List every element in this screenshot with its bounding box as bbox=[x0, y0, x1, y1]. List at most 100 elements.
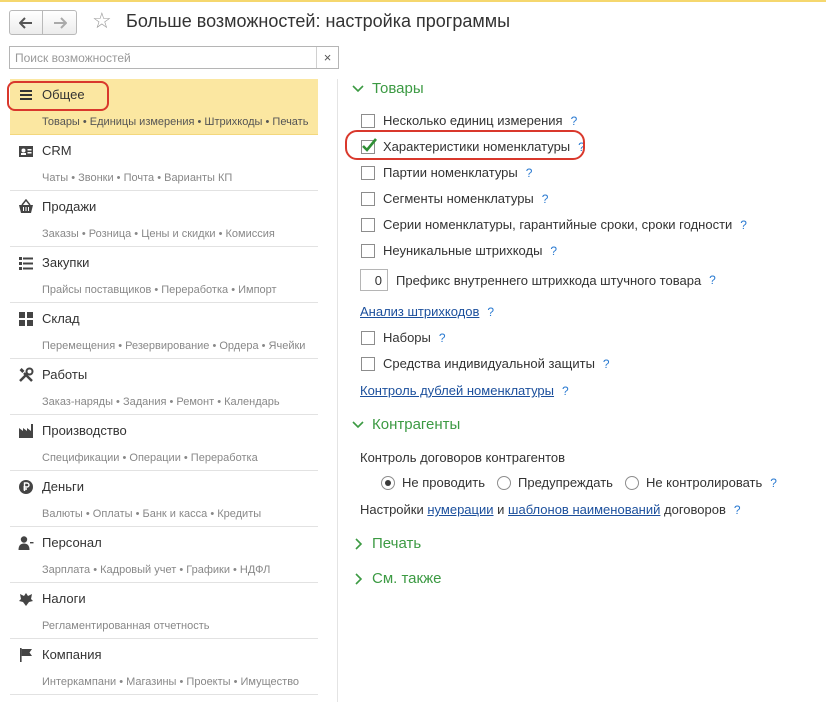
sidebar-item-general[interactable]: Общее Товары • Единицы измерения • Штрих… bbox=[7, 79, 318, 135]
sidebar-item-title: Склад bbox=[42, 311, 80, 326]
sections-sidebar: Общее Товары • Единицы измерения • Штрих… bbox=[7, 79, 318, 695]
chevron-down-icon bbox=[352, 84, 364, 92]
series-checkbox[interactable] bbox=[361, 217, 375, 232]
ruble-icon bbox=[18, 479, 34, 495]
sidebar-item-title: Компания bbox=[42, 647, 102, 662]
group-see-also-header[interactable]: См. также bbox=[351, 570, 441, 587]
option-label: Сегменты номенклатуры bbox=[383, 191, 534, 206]
option-label: Партии номенклатуры bbox=[383, 165, 518, 180]
arrow-right-icon bbox=[53, 16, 67, 29]
option-row: Партии номенклатуры ? bbox=[361, 165, 532, 180]
group-title: Товары bbox=[372, 80, 424, 97]
sidebar-item-title: Налоги bbox=[42, 591, 86, 606]
radio-no-post[interactable] bbox=[381, 475, 395, 490]
sidebar-item-subtitle: Заказы • Розница • Цены и скидки • Комис… bbox=[42, 228, 275, 240]
sidebar-item-crm[interactable]: CRM Чаты • Звонки • Почта • Варианты КП bbox=[10, 135, 318, 191]
option-row: Неуникальные штрихкоды ? bbox=[361, 243, 557, 258]
search-input[interactable] bbox=[10, 47, 316, 68]
radio-label[interactable]: Предупреждать bbox=[518, 475, 613, 490]
option-row: Характеристики номенклатуры ? bbox=[361, 137, 585, 154]
batches-checkbox[interactable] bbox=[361, 165, 375, 180]
sidebar-item-warehouse[interactable]: Склад Перемещения • Резервирование • Орд… bbox=[10, 303, 318, 359]
numbering-link[interactable]: нумерации bbox=[427, 502, 493, 517]
contracts-control-label: Контроль договоров контрагентов bbox=[360, 450, 566, 465]
sidebar-item-subtitle: Чаты • Звонки • Почта • Варианты КП bbox=[42, 172, 233, 184]
multi-units-checkbox[interactable] bbox=[361, 113, 375, 128]
group-title: Контрагенты bbox=[372, 416, 461, 433]
radio-group: Не проводить Предупреждать Не контролиро… bbox=[381, 475, 777, 490]
group-goods-header[interactable]: Товары bbox=[351, 80, 424, 97]
option-label: Средства индивидуальной защиты bbox=[383, 356, 595, 371]
group-title: Печать bbox=[372, 535, 422, 552]
help-icon[interactable]: ? bbox=[550, 244, 557, 258]
help-icon[interactable]: ? bbox=[709, 273, 716, 287]
help-icon[interactable]: ? bbox=[740, 218, 747, 232]
sidebar-item-subtitle: Заказ-наряды • Задания • Ремонт • Календ… bbox=[42, 396, 280, 408]
navigation-buttons bbox=[9, 10, 77, 35]
sidebar-item-sales[interactable]: Продажи Заказы • Розница • Цены и скидки… bbox=[10, 191, 318, 247]
top-accent-line bbox=[0, 0, 826, 2]
duplicates-control-link[interactable]: Контроль дублей номенклатуры bbox=[360, 383, 554, 398]
help-icon[interactable]: ? bbox=[770, 476, 777, 490]
kits-checkbox[interactable] bbox=[361, 330, 375, 345]
help-icon[interactable]: ? bbox=[734, 503, 741, 517]
sidebar-item-subtitle: Товары • Единицы измерения • Штрихкоды •… bbox=[42, 116, 309, 128]
name-templates-link[interactable]: шаблонов наименований bbox=[508, 502, 660, 517]
person-icon bbox=[18, 535, 34, 551]
chevron-right-icon bbox=[355, 537, 363, 550]
list-icon bbox=[18, 87, 34, 103]
help-icon[interactable]: ? bbox=[571, 114, 578, 128]
panel-divider bbox=[337, 79, 338, 702]
option-row: Средства индивидуальной защиты ? bbox=[361, 356, 610, 371]
help-icon[interactable]: ? bbox=[487, 305, 494, 319]
search-box: × bbox=[9, 46, 339, 69]
chevron-down-icon bbox=[352, 420, 364, 428]
radio-warn[interactable] bbox=[497, 475, 512, 490]
option-label: Наборы bbox=[383, 330, 431, 345]
help-icon[interactable]: ? bbox=[439, 331, 446, 345]
option-row: Сегменты номенклатуры ? bbox=[361, 191, 548, 206]
and-text: и bbox=[497, 502, 505, 517]
radio-label[interactable]: Не контролировать bbox=[646, 475, 762, 490]
sidebar-item-money[interactable]: Деньги Валюты • Оплаты • Банк и касса • … bbox=[10, 471, 318, 527]
prefix-number-field[interactable]: 0 bbox=[360, 269, 388, 291]
sidebar-item-personnel[interactable]: Персонал Зарплата • Кадровый учет • Граф… bbox=[10, 527, 318, 583]
back-button[interactable] bbox=[9, 10, 43, 35]
emblem-icon bbox=[18, 591, 34, 607]
settings-prefix: Настройки bbox=[360, 502, 424, 517]
radio-label[interactable]: Не проводить bbox=[402, 475, 485, 490]
sidebar-item-subtitle: Валюты • Оплаты • Банк и касса • Кредиты bbox=[42, 508, 262, 520]
group-print-header[interactable]: Печать bbox=[351, 535, 421, 552]
arrow-left-icon bbox=[19, 16, 32, 29]
help-icon[interactable]: ? bbox=[562, 384, 569, 398]
sidebar-item-title: Закупки bbox=[42, 255, 90, 270]
clear-search-button[interactable]: × bbox=[316, 47, 338, 68]
option-label: Несколько единиц измерения bbox=[383, 113, 563, 128]
option-row: Несколько единиц измерения ? bbox=[361, 113, 577, 128]
help-icon[interactable]: ? bbox=[603, 357, 610, 371]
segments-checkbox[interactable] bbox=[361, 191, 375, 206]
star-icon[interactable]: ☆ bbox=[92, 8, 112, 34]
help-icon[interactable]: ? bbox=[542, 192, 549, 206]
radio-no-control[interactable] bbox=[624, 475, 639, 490]
sidebar-item-subtitle: Спецификации • Операции • Переработка bbox=[42, 452, 258, 464]
sidebar-item-purchases[interactable]: Закупки Прайсы поставщиков • Переработка… bbox=[10, 247, 318, 303]
forward-button[interactable] bbox=[43, 10, 77, 35]
characteristics-checkbox[interactable] bbox=[361, 137, 378, 154]
barcode-analysis-link[interactable]: Анализ штрихкодов bbox=[360, 304, 479, 319]
sidebar-item-title: Персонал bbox=[42, 535, 102, 550]
option-row: Серии номенклатуры, гарантийные сроки, с… bbox=[361, 217, 747, 232]
factory-icon bbox=[18, 423, 34, 439]
sidebar-item-company[interactable]: Компания Интеркампани • Магазины • Проек… bbox=[10, 639, 318, 695]
sidebar-item-subtitle: Регламентированная отчетность bbox=[42, 620, 210, 632]
ppe-checkbox[interactable] bbox=[361, 356, 375, 371]
sidebar-item-taxes[interactable]: Налоги Регламентированная отчетность bbox=[10, 583, 318, 639]
sidebar-item-subtitle: Зарплата • Кадровый учет • Графики • НДФ… bbox=[42, 564, 271, 576]
sidebar-item-production[interactable]: Производство Спецификации • Операции • П… bbox=[10, 415, 318, 471]
sidebar-item-works[interactable]: Работы Заказ-наряды • Задания • Ремонт •… bbox=[10, 359, 318, 415]
group-counterparties-header[interactable]: Контрагенты bbox=[351, 416, 460, 433]
nonunique-barcodes-checkbox[interactable] bbox=[361, 243, 375, 258]
help-icon[interactable]: ? bbox=[578, 140, 585, 154]
help-icon[interactable]: ? bbox=[526, 166, 533, 180]
warehouse-grid-icon bbox=[18, 311, 34, 327]
